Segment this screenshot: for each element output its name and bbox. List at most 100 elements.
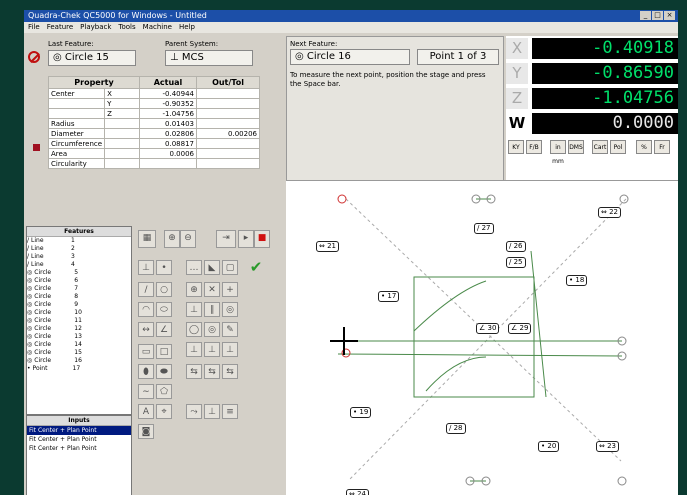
point-label[interactable]: • 18 (566, 275, 588, 286)
table-row[interactable]: Circularity (47, 158, 260, 169)
parallel-icon[interactable]: ∥ (204, 302, 220, 317)
minimize-button[interactable]: _ (640, 11, 651, 20)
measure-ellipse-icon[interactable]: ⬭ (156, 302, 172, 317)
feature-label[interactable]: / 27 (474, 223, 494, 234)
skew-icon[interactable]: ⤳ (186, 404, 202, 419)
step-icon[interactable]: ⇥ (216, 230, 236, 248)
part-view-canvas[interactable]: ⇔ 21 / 27 ⇔ 22 / 26 / 25 • 18 • 17 ∠ 30 … (286, 180, 678, 495)
measure-ring-icon[interactable]: ◙ (138, 424, 154, 439)
measure-line-icon[interactable]: / (138, 282, 154, 297)
last-feature-field[interactable]: ◎ Circle 15 (48, 50, 136, 66)
circle-feature[interactable] (619, 194, 629, 204)
measure-slot-icon[interactable]: ▭ (138, 344, 154, 359)
feature-row[interactable]: ◎ Circle 7 (27, 285, 131, 293)
feature-label[interactable]: / 28 (446, 423, 466, 434)
inch-mm-button[interactable]: in mm (550, 140, 566, 165)
feature-label[interactable]: / 26 (506, 241, 526, 252)
measure-angle-icon[interactable]: ∠ (156, 322, 172, 337)
measure-point-icon[interactable]: ⊥ (138, 260, 154, 275)
align-2-icon[interactable]: ⊥ (204, 342, 220, 357)
menu-file[interactable]: File (28, 22, 40, 33)
measure-text-icon[interactable]: A (138, 404, 154, 419)
dro-row-x[interactable]: X -0.40918 (506, 38, 678, 59)
table-row[interactable]: Z -1.04756 (47, 108, 260, 119)
check-icon[interactable]: ✔ (246, 260, 266, 278)
dro-row-w[interactable]: W 0.0000 (506, 113, 678, 134)
cartesian-button[interactable]: Cart (592, 140, 608, 154)
measure-distance-icon[interactable]: ↔ (138, 322, 154, 337)
ref-2-icon[interactable]: ⇆ (204, 364, 220, 379)
circles-icon[interactable]: ◎ (204, 322, 220, 337)
menu-playback[interactable]: Playback (80, 22, 111, 33)
feature-row[interactable]: ◎ Circle 13 (27, 333, 131, 341)
measure-poly-icon[interactable]: ⌖ (156, 404, 172, 419)
crosshair-icon[interactable]: ⊕ (186, 282, 202, 297)
align-3-icon[interactable]: ⊥ (222, 342, 238, 357)
polar-button[interactable]: Pol (610, 140, 626, 154)
more-icon[interactable]: … (186, 260, 202, 275)
menu-tools[interactable]: Tools (118, 22, 135, 33)
input-row[interactable]: Fit Center + Plan Point (27, 426, 131, 435)
menu-machine[interactable]: Machine (143, 22, 172, 33)
zero-icon[interactable]: ⊥ (204, 404, 220, 419)
perpendicular-icon[interactable]: ⊥ (186, 302, 202, 317)
percent-button[interactable]: % (636, 140, 652, 154)
parent-system-field[interactable]: ⊥ MCS (165, 50, 253, 66)
feature-label[interactable]: / 25 (506, 257, 526, 268)
record-icon[interactable]: ■ (254, 230, 270, 248)
measure-shape-icon[interactable]: ⬠ (156, 384, 172, 399)
dimension-label[interactable]: ⇔ 23 (596, 441, 620, 452)
zoom-fit-icon[interactable]: ▦ (138, 230, 156, 248)
close-button[interactable]: × (664, 11, 675, 20)
ref-1-icon[interactable]: ⇆ (186, 364, 202, 379)
measure-curve-icon[interactable]: ∼ (138, 384, 154, 399)
measure-blob2-icon[interactable]: ⬬ (156, 364, 172, 379)
point-label[interactable]: • 19 (350, 407, 372, 418)
dro-row-y[interactable]: Y -0.86590 (506, 63, 678, 84)
crop-icon[interactable]: ▢ (222, 260, 238, 275)
dimension-label[interactable]: ⇔ 21 (316, 241, 340, 252)
zoom-in-icon[interactable]: ⊕ (164, 230, 180, 248)
cross-icon[interactable]: + (222, 282, 238, 297)
measure-rect-icon[interactable]: □ (156, 344, 172, 359)
table-row[interactable]: Y -0.90352 (47, 98, 260, 109)
input-row[interactable]: Fit Center + Plan Point (27, 435, 131, 444)
play-icon[interactable]: ▸ (238, 230, 254, 248)
ky-button[interactable]: KY (508, 140, 524, 154)
dimension-label[interactable]: ⇔ 24 (346, 489, 370, 495)
circle-feature[interactable] (337, 194, 347, 204)
zoom-out-icon[interactable]: ⊖ (180, 230, 196, 248)
table-row[interactable]: Radius 0.01403 (47, 118, 260, 129)
feature-row[interactable]: • Point 17 (27, 365, 131, 373)
dro-row-z[interactable]: Z -1.04756 (506, 88, 678, 109)
table-row[interactable]: Diameter 0.02806 0.00206 (47, 128, 260, 139)
maximize-button[interactable]: □ (652, 11, 663, 20)
fr-button[interactable]: Fr (654, 140, 670, 154)
intersect-icon[interactable]: ✕ (204, 282, 220, 297)
tolerance-flag-icon[interactable] (33, 144, 40, 151)
feature-row[interactable]: ◎ Circle 6 (27, 277, 131, 285)
feature-row[interactable]: ◎ Circle 14 (27, 341, 131, 349)
feature-row[interactable]: / Line 4 (27, 261, 131, 269)
feature-row[interactable]: ◎ Circle 8 (27, 293, 131, 301)
table-row[interactable]: Area 0.0006 (47, 148, 260, 159)
fb-button[interactable]: F/B (526, 140, 542, 154)
dimension-label[interactable]: ⇔ 22 (598, 207, 622, 218)
menu-feature[interactable]: Feature (47, 22, 73, 33)
point-label[interactable]: • 17 (378, 291, 400, 302)
feature-row[interactable]: ◎ Circle 5 (27, 269, 131, 277)
point-label[interactable]: • 20 (538, 441, 560, 452)
feature-row[interactable]: ◎ Circle 15 (27, 349, 131, 357)
stop-icon[interactable] (28, 51, 40, 63)
circle-icon[interactable]: ◯ (186, 322, 202, 337)
angle-label[interactable]: ∠ 29 (508, 323, 532, 334)
measure-dot-icon[interactable]: • (156, 260, 172, 275)
angle-label[interactable]: ∠ 30 (476, 323, 500, 334)
next-feature-field[interactable]: ◎ Circle 16 (290, 49, 410, 65)
feature-row[interactable]: / Line 3 (27, 253, 131, 261)
feature-row[interactable]: ◎ Circle 16 (27, 357, 131, 365)
table-row[interactable]: Center X -0.40944 (47, 88, 260, 99)
probe-icon[interactable]: ◣ (204, 260, 220, 275)
align-1-icon[interactable]: ⊥ (186, 342, 202, 357)
feature-row[interactable]: ◎ Circle 12 (27, 325, 131, 333)
